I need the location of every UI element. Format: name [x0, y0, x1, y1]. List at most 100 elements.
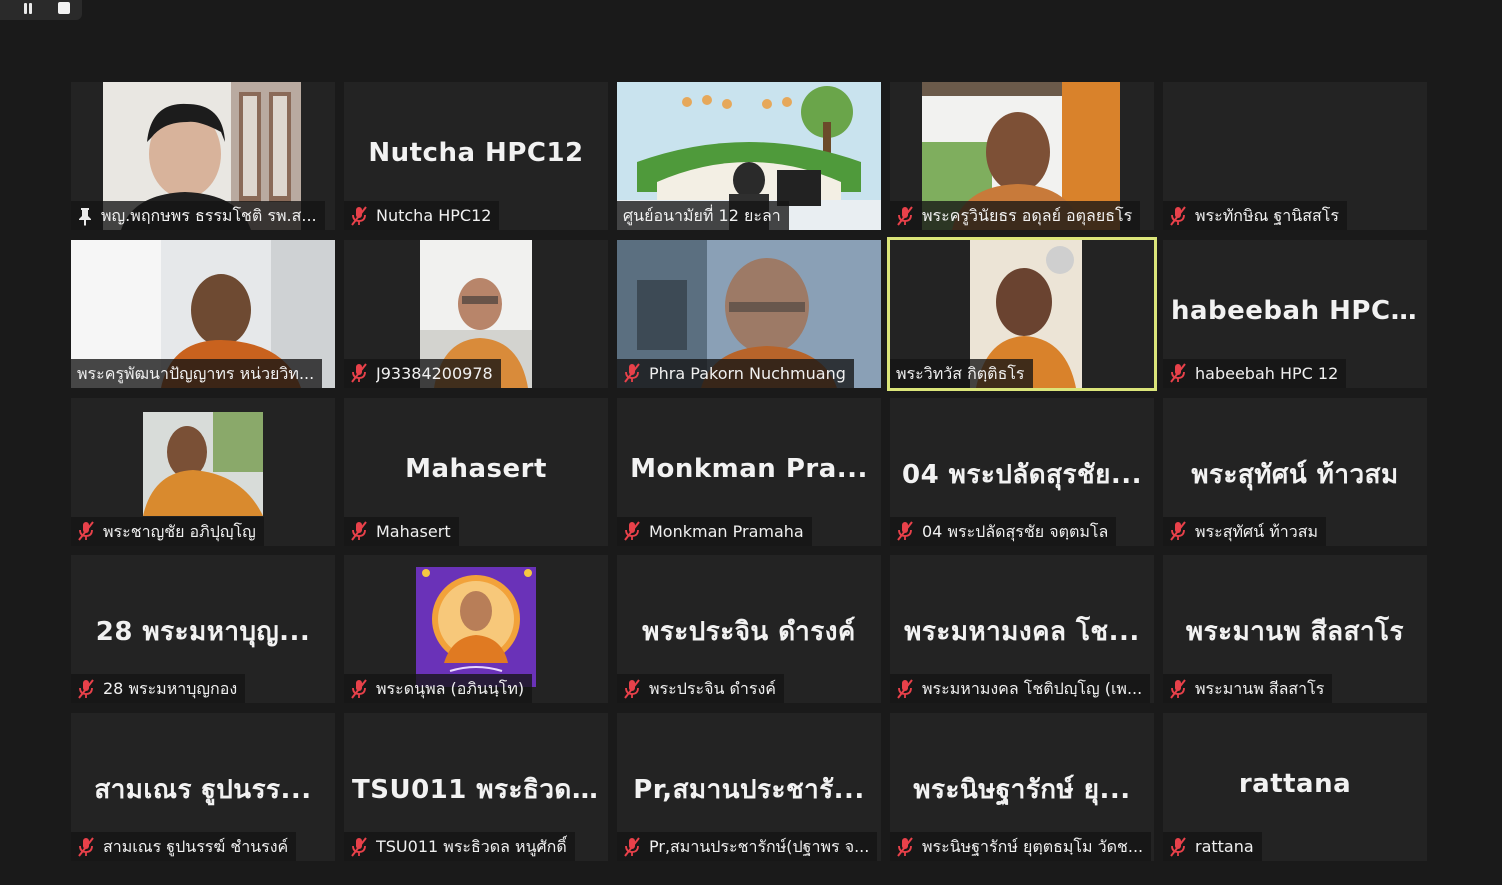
participant-tile[interactable]: TSU011 พระธิวด... TSU011 พระธิวดล หนูศัก… — [344, 713, 608, 861]
participant-name-tag: สามเณร ฐูปนรรฆ์ ชำนรงค์ — [71, 832, 297, 861]
participant-name: พระมานพ สีลสาโร — [1195, 679, 1325, 699]
participant-name: 28 พระมหาบุญกอง — [103, 679, 238, 699]
participant-name: Phra Pakorn Nuchmuang — [649, 363, 846, 383]
participant-display-name: Nutcha HPC12 — [368, 138, 584, 168]
participant-name-tag: พระครูวินัยธร อดุลย์ อตุลยธโร — [890, 201, 1141, 230]
participant-name-tag: พระดนุพล (อภินนฺโท) — [344, 674, 533, 704]
participant-name-tag: พญ.พฤกษพร ธรรมโชติ รพ.ส... — [71, 201, 325, 230]
muted-mic-icon — [897, 521, 913, 541]
participant-name: Mahasert — [376, 521, 451, 541]
participant-tile[interactable]: rattana rattana — [1163, 713, 1427, 861]
participant-name-tag: พระสุทัศน์ ท้าวสม — [1163, 516, 1327, 546]
participant-name: พระครูวินัยธร อดุลย์ อตุลยธโร — [922, 206, 1133, 225]
participant-name: พระทักษิณ ฐานิสสโร — [1195, 206, 1339, 225]
participant-name-tag: พระนิษฐารักษ์ ยุตฺตธมฺโม วัดช... — [890, 832, 1152, 861]
participant-tile[interactable]: Monkman Pra... Monkman Pramaha — [617, 397, 881, 546]
participant-display-name: สามเณร ฐูปนรร... — [94, 775, 312, 805]
participant-name: พญ.พฤกษพร ธรรมโชติ รพ.ส... — [101, 206, 317, 225]
muted-mic-icon — [78, 521, 94, 541]
participant-tile[interactable]: 28 พระมหาบุญ... 28 พระมหาบุญกอง — [71, 555, 335, 704]
participant-name-tag: พระวิทวัส กิตฺติธโร — [890, 358, 1033, 388]
participant-name-tag: พระประจิน ดำรงค์ — [617, 674, 784, 704]
participant-name-tag: J93384200978 — [344, 358, 501, 388]
participant-name-tag: TSU011 พระธิวดล หนูศักดิ์ — [344, 832, 575, 861]
participant-name: พระครูพัฒนาปัญญาทร หน่วยวิท... — [77, 363, 315, 383]
participant-display-name: TSU011 พระธิวด... — [352, 775, 603, 805]
muted-mic-icon — [1170, 679, 1186, 699]
participant-tile[interactable]: พระทักษิณ ฐานิสสโร — [1163, 82, 1427, 230]
muted-mic-icon — [1170, 205, 1186, 226]
muted-mic-icon — [78, 679, 94, 699]
participant-name: พระวิทวัส กิตฺติธโร — [896, 363, 1025, 383]
participant-tile[interactable]: Pr,สมานประชารั... Pr,สมานประชารักษ์(ปฐาพ… — [617, 713, 881, 861]
muted-mic-icon — [78, 836, 94, 857]
participant-display-name: Monkman Pra... — [630, 453, 868, 484]
participant-tile[interactable]: พระนิษฐารักษ์ ยุ... พระนิษฐารักษ์ ยุตฺตธ… — [890, 713, 1154, 861]
participant-tile[interactable]: พระดนุพล (อภินนฺโท) — [344, 555, 608, 704]
participant-tile[interactable]: habeebah HPC 12 habeebah HPC 12 — [1163, 239, 1427, 388]
muted-mic-icon — [351, 363, 367, 383]
participant-name: Pr,สมานประชารักษ์(ปฐาพร จ... — [649, 837, 870, 856]
participant-name-tag: Monkman Pramaha — [617, 516, 812, 546]
muted-mic-icon — [897, 679, 913, 699]
participant-name: พระมหามงคล โชติปญฺโญ (เพ... — [922, 679, 1143, 699]
participant-tile[interactable]: พญ.พฤกษพร ธรรมโชติ รพ.ส... — [71, 82, 335, 230]
participant-tile[interactable]: พระมหามงคล โช... พระมหามงคล โชติปญฺโญ (เ… — [890, 555, 1154, 704]
participant-display-name: rattana — [1238, 769, 1352, 799]
muted-mic-icon — [1170, 836, 1186, 857]
participant-name: rattana — [1195, 837, 1254, 856]
participant-tile[interactable]: สามเณร ฐูปนรร... สามเณร ฐูปนรรฆ์ ชำนรงค์ — [71, 713, 335, 861]
participant-name: J93384200978 — [376, 363, 493, 383]
participant-display-name: Pr,สมานประชารั... — [633, 775, 865, 805]
active-speaker-tile[interactable]: พระวิทวัส กิตฺติธโร — [887, 236, 1157, 391]
participant-display-name: 28 พระมหาบุญ... — [95, 617, 311, 648]
muted-mic-icon — [351, 521, 367, 541]
participant-name-tag: habeebah HPC 12 — [1163, 358, 1347, 388]
participant-name: TSU011 พระธิวดล หนูศักดิ์ — [376, 837, 567, 856]
participant-name: พระประจิน ดำรงค์ — [649, 679, 776, 699]
pause-icon[interactable] — [22, 3, 34, 15]
participant-display-name: พระสุทัศน์ ท้าวสม — [1191, 459, 1399, 490]
participant-video — [143, 411, 263, 516]
participant-name: 04 พระปลัดสุรชัย จตฺตมโล — [922, 521, 1109, 541]
muted-mic-icon — [351, 679, 367, 699]
participant-name: habeebah HPC 12 — [1195, 363, 1339, 383]
participant-name-tag: Phra Pakorn Nuchmuang — [617, 358, 854, 388]
participant-display-name: habeebah HPC 12 — [1171, 295, 1427, 326]
participant-name-tag: Pr,สมานประชารักษ์(ปฐาพร จ... — [617, 832, 878, 861]
participant-tile[interactable]: J93384200978 — [344, 239, 608, 388]
participant-tile[interactable]: Phra Pakorn Nuchmuang — [617, 239, 881, 388]
participant-name-tag: Mahasert — [344, 516, 459, 546]
muted-mic-icon — [1170, 363, 1186, 383]
muted-mic-icon — [897, 836, 913, 857]
muted-mic-icon — [624, 521, 640, 541]
participant-tile[interactable]: ศูนย์อนามัยที่ 12 ยะลา — [617, 82, 881, 230]
muted-mic-icon — [351, 205, 367, 226]
participant-tile[interactable]: พระสุทัศน์ ท้าวสม พระสุทัศน์ ท้าวสม — [1163, 397, 1427, 546]
participant-avatar — [416, 567, 536, 688]
participant-tile[interactable]: Mahasert Mahasert — [344, 397, 608, 546]
participant-tile[interactable]: 04 พระปลัดสุรชัย... 04 พระปลัดสุรชัย จตฺ… — [890, 397, 1154, 546]
participant-tile[interactable]: พระมานพ สีลสาโร พระมานพ สีลสาโร — [1163, 555, 1427, 704]
stop-icon[interactable] — [58, 2, 70, 14]
participant-tile[interactable]: พระชาญชัย อภิปุญฺโญ — [71, 397, 335, 546]
participant-name-tag: ศูนย์อนามัยที่ 12 ยะลา — [617, 201, 789, 230]
participant-tile[interactable]: พระครูพัฒนาปัญญาทร หน่วยวิท... — [71, 239, 335, 388]
participant-tile[interactable]: Nutcha HPC12 Nutcha HPC12 — [344, 82, 608, 230]
participant-display-name: พระมหามงคล โช... — [904, 617, 1140, 648]
muted-mic-icon — [897, 205, 913, 226]
participant-name-tag: 28 พระมหาบุญกอง — [71, 674, 246, 704]
participant-display-name: พระประจิน ดำรงค์ — [642, 617, 856, 648]
participant-name-tag: พระทักษิณ ฐานิสสโร — [1163, 201, 1347, 230]
participant-tile[interactable]: พระครูวินัยธร อดุลย์ อตุลยธโร — [890, 82, 1154, 230]
participant-name: ศูนย์อนามัยที่ 12 ยะลา — [623, 206, 781, 225]
muted-mic-icon — [624, 363, 640, 383]
participant-name-tag: พระครูพัฒนาปัญญาทร หน่วยวิท... — [71, 358, 323, 388]
participant-tile[interactable]: พระประจิน ดำรงค์ พระประจิน ดำรงค์ — [617, 555, 881, 704]
participant-display-name: พระนิษฐารักษ์ ยุ... — [913, 775, 1131, 805]
participant-name-tag: rattana — [1163, 832, 1262, 861]
participant-display-name: พระมานพ สีลสาโร — [1186, 617, 1404, 648]
participant-name-tag: พระชาญชัย อภิปุญฺโญ — [71, 516, 264, 546]
recording-controls — [0, 0, 82, 20]
participant-name: พระชาญชัย อภิปุญฺโญ — [103, 521, 256, 541]
